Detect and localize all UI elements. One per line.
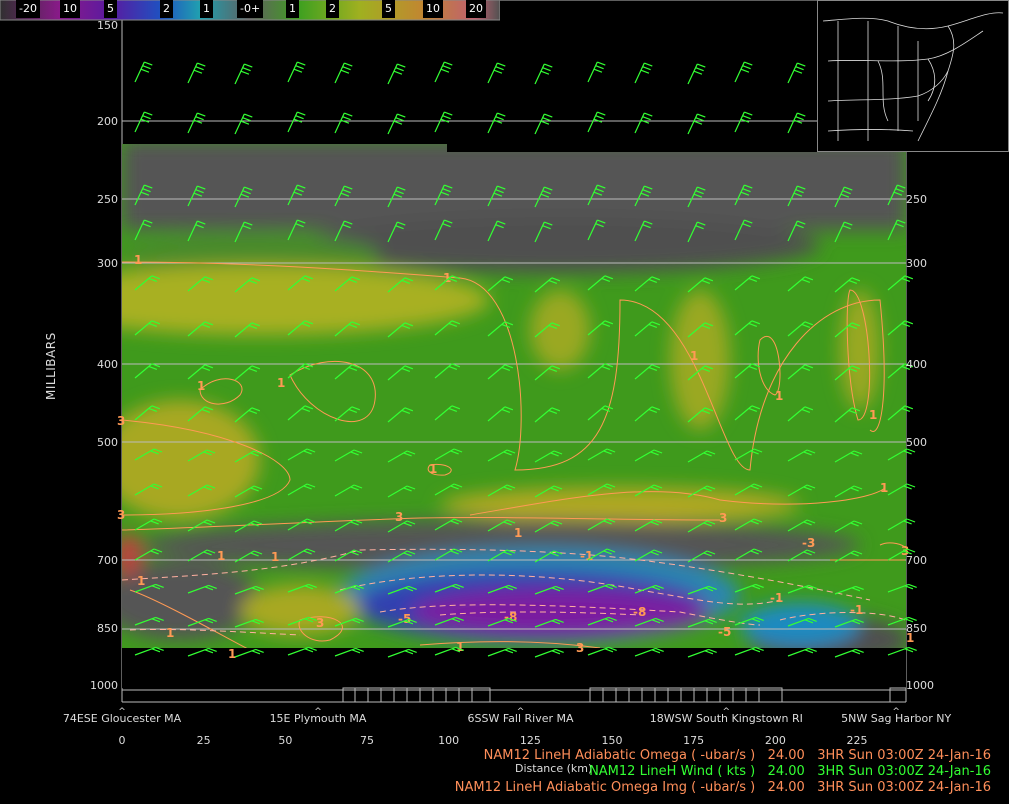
contour-label: 1 [869, 408, 877, 422]
colorbar: -20 10 5 2 1 -0+ 1 2 5 10 20 [0, 0, 500, 22]
y-tick-label-right: 250 [906, 193, 927, 206]
legend-omega-image: NAM12 LineH Adiabatic Omega Img ( -ubar/… [454, 780, 991, 795]
contour-label: 3 [719, 511, 727, 525]
x-tick-label: 50 [278, 734, 292, 747]
locator-map [817, 0, 1009, 152]
colorbar-label: -20 [16, 0, 40, 18]
contour-label: 1 [137, 574, 145, 588]
contour-label: 1 [228, 647, 236, 661]
location-label: 18WSW South Kingstown RI [650, 712, 803, 725]
contour-label: 1 [271, 550, 279, 564]
x-tick-label: 100 [438, 734, 459, 747]
contour-label: 3 [576, 641, 584, 655]
colorbar-label: 5 [382, 0, 395, 18]
x-tick-label: 150 [602, 734, 623, 747]
contour-label: -1 [580, 549, 593, 563]
contour-label: 1 [166, 626, 174, 640]
x-axis-ticks: 0 25 50 75 100 125 150 175 200 225 [119, 734, 868, 747]
contour-label: -1 [850, 603, 863, 617]
y-tick-label-right: 500 [906, 436, 927, 449]
x-tick-label: 75 [360, 734, 374, 747]
contour-label: -3 [802, 536, 815, 550]
contour-label: 3 [117, 414, 125, 428]
contour-label: 1 [880, 481, 888, 495]
x-axis-label: Distance (km) [515, 762, 593, 775]
colorbar-label: 1 [286, 0, 299, 18]
x-tick-label: 225 [847, 734, 868, 747]
x-tick-label: 125 [520, 734, 541, 747]
y-tick-label: 300 [97, 257, 118, 270]
y-tick-label: 250 [97, 193, 118, 206]
contour-label: 1 [277, 376, 285, 390]
colorbar-label: 20 [466, 0, 486, 18]
contour-label: 1 [197, 379, 205, 393]
y-tick-label-right: 300 [906, 257, 927, 270]
colorbar-label: 2 [160, 0, 173, 18]
y-axis-ticks-left: 1502002503004005007008501000 [90, 19, 118, 692]
contour-label: -5 [718, 625, 731, 639]
y-tick-label: 1000 [90, 679, 118, 692]
contour-label: -5 [398, 612, 411, 626]
contour-label: 3 [117, 508, 125, 522]
x-tick-label: 175 [683, 734, 704, 747]
contour-label: 1 [429, 462, 437, 476]
location-label: 74ESE Gloucester MA [63, 712, 182, 725]
colorbar-label: 5 [104, 0, 117, 18]
y-tick-label: 400 [97, 358, 118, 371]
contour-label: 1 [690, 349, 698, 363]
location-label: 6SSW Fall River MA [468, 712, 574, 725]
x-tick-label: 25 [197, 734, 211, 747]
y-tick-label: 500 [97, 436, 118, 449]
contour-label: -8 [633, 605, 646, 619]
y-axis-label: MILLIBARS [44, 332, 58, 400]
y-tick-label: 700 [97, 554, 118, 567]
contour-label: 1 [134, 253, 142, 267]
contour-label: 3 [395, 510, 403, 524]
contour-label: 1 [456, 640, 464, 654]
colorbar-label: -0+ [237, 0, 264, 18]
location-label: 5NW Sag Harbor NY [841, 712, 951, 725]
y-tick-label: 850 [97, 622, 118, 635]
y-tick-label-right: 700 [906, 554, 927, 567]
contour-label: 1 [514, 526, 522, 540]
colorbar-label: 10 [60, 0, 80, 18]
y-axis-ticks-right: 250 300 400 500 700 850 1000 [906, 193, 934, 692]
y-tick-label: 200 [97, 115, 118, 128]
legend-omega-contour: NAM12 LineH Adiabatic Omega ( -ubar/s ) … [483, 748, 991, 763]
contour-label: 1 [217, 549, 225, 563]
colorbar-label: 10 [423, 0, 443, 18]
y-tick-label-right: 1000 [906, 679, 934, 692]
x-tick-label: 200 [765, 734, 786, 747]
x-tick-label: 0 [119, 734, 126, 747]
legend-wind: NAM12 LineH Wind ( kts ) 24.00 3HR Sun 0… [589, 764, 991, 779]
contour-label: -1 [770, 591, 783, 605]
y-tick-label-right: 400 [906, 358, 927, 371]
y-tick-label-right: 850 [906, 622, 927, 635]
colorbar-label: 2 [326, 0, 339, 18]
colorbar-label: 1 [200, 0, 213, 18]
contour-label: 1 [775, 389, 783, 403]
contour-label: 3 [316, 616, 324, 630]
location-label: 15E Plymouth MA [270, 712, 367, 725]
location-labels: ^74ESE Gloucester MA ^15E Plymouth MA ^6SS… [63, 707, 952, 725]
